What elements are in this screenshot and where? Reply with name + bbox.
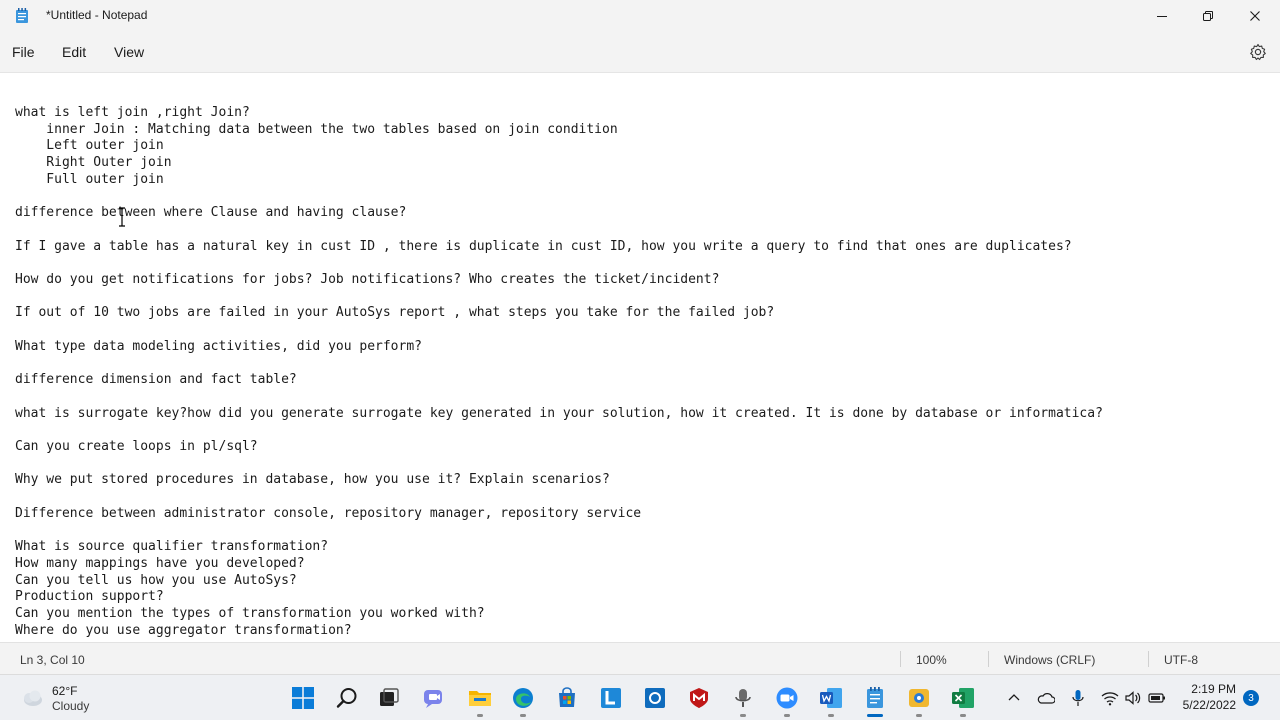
task-view-icon[interactable] (375, 684, 403, 712)
running-indicator (916, 714, 922, 717)
mcafee-icon[interactable] (685, 684, 713, 712)
editor-content[interactable]: what is left join ,right Join? inner Joi… (15, 105, 1103, 640)
outlook-icon[interactable] (641, 684, 669, 712)
file-explorer-icon[interactable] (466, 684, 494, 712)
battery-icon[interactable] (1148, 689, 1166, 707)
close-icon (1250, 11, 1260, 21)
zoom-level: 100% (916, 653, 947, 667)
active-app-indicator (867, 714, 883, 717)
windows-start-icon[interactable] (289, 684, 317, 712)
minimize-icon (1157, 16, 1167, 17)
speaker-icon[interactable] (1124, 689, 1142, 707)
menu-view[interactable]: View (114, 44, 144, 60)
menu-edit[interactable]: Edit (62, 44, 86, 60)
status-divider (900, 651, 901, 667)
clock-date[interactable]: 5/22/2022 (1176, 698, 1236, 712)
window-title: *Untitled - Notepad (46, 8, 148, 22)
lync-icon[interactable] (597, 684, 625, 712)
status-bar: Ln 3, Col 10 100% Windows (CRLF) UTF-8 (0, 642, 1280, 674)
word-icon[interactable] (817, 684, 845, 712)
running-indicator (520, 714, 526, 717)
cloudy-weather-icon[interactable] (20, 687, 44, 709)
onedrive-icon[interactable] (1037, 689, 1055, 707)
weather-condition[interactable]: Cloudy (52, 699, 89, 713)
store-icon[interactable] (553, 684, 581, 712)
teams-chat-icon[interactable] (420, 684, 448, 712)
status-divider (988, 651, 989, 667)
encoding: UTF-8 (1164, 653, 1198, 667)
running-indicator (477, 714, 483, 717)
running-indicator (828, 714, 834, 717)
minimize-button[interactable] (1139, 0, 1185, 32)
microphone-icon[interactable] (1069, 689, 1087, 707)
wifi-icon[interactable] (1101, 689, 1119, 707)
running-indicator (960, 714, 966, 717)
restore-icon (1203, 11, 1213, 21)
menu-bar: File Edit View (0, 32, 1280, 72)
excel-icon[interactable] (949, 684, 977, 712)
notepad-icon[interactable] (861, 684, 889, 712)
running-indicator (784, 714, 790, 717)
cursor-position: Ln 3, Col 10 (20, 653, 85, 667)
notepad-app-icon (15, 8, 29, 24)
settings-button[interactable] (1248, 42, 1268, 62)
title-bar: *Untitled - Notepad (0, 0, 1280, 32)
chevron-up-icon[interactable] (1005, 689, 1023, 707)
gear-icon (1250, 43, 1266, 61)
notification-badge[interactable]: 3 (1243, 690, 1259, 706)
close-button[interactable] (1232, 0, 1278, 32)
text-editor[interactable]: what is left join ,right Join? inner Joi… (0, 72, 1280, 642)
line-ending: Windows (CRLF) (1004, 653, 1096, 667)
weather-temperature[interactable]: 62°F (52, 684, 77, 698)
taskbar: 62°F Cloudy 2:19 PM 5/22/2022 3 (0, 674, 1280, 720)
recorder-icon[interactable] (729, 684, 757, 712)
zoom-icon[interactable] (773, 684, 801, 712)
search-icon[interactable] (333, 684, 361, 712)
i-beam-cursor-icon (118, 207, 126, 227)
clock-time[interactable]: 2:19 PM (1186, 682, 1236, 696)
edge-icon[interactable] (509, 684, 537, 712)
menu-file[interactable]: File (12, 44, 35, 60)
restore-button[interactable] (1185, 0, 1231, 32)
running-indicator (740, 714, 746, 717)
snip-icon[interactable] (905, 684, 933, 712)
status-divider (1148, 651, 1149, 667)
